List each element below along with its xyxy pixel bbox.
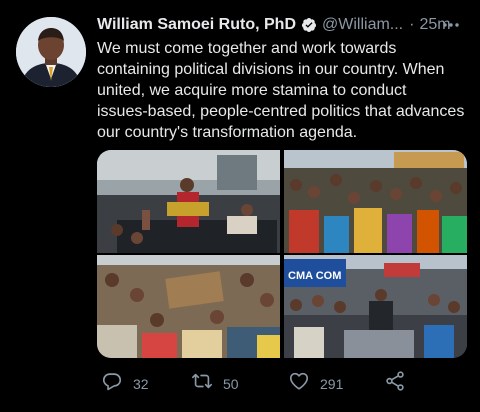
tweet-actions: 32 50 291	[97, 370, 427, 396]
author-name[interactable]: William Samoei Ruto, PhD	[97, 16, 296, 34]
photo-1[interactable]	[97, 150, 280, 253]
more-icon[interactable]	[442, 14, 460, 36]
verified-badge-icon	[301, 17, 317, 33]
media-grid: CMA COM	[97, 150, 467, 358]
retweet-button[interactable]: 50	[191, 370, 239, 397]
photo-3[interactable]	[97, 255, 280, 358]
author-handle[interactable]: @William...	[322, 16, 403, 34]
photo-4[interactable]: CMA COM	[284, 255, 467, 358]
retweet-count: 50	[223, 375, 239, 392]
share-icon	[384, 370, 406, 397]
share-button[interactable]	[384, 370, 406, 397]
separator-dot: ·	[409, 16, 415, 33]
avatar[interactable]	[16, 17, 86, 87]
tweet-text: We must come together and work towards c…	[97, 40, 465, 141]
like-icon	[288, 370, 310, 397]
tweet-header: William Samoei Ruto, PhD @William... · 2…	[97, 14, 466, 36]
retweet-icon	[191, 370, 213, 397]
photo-2[interactable]	[284, 150, 467, 253]
reply-count: 32	[133, 375, 149, 392]
reply-icon	[101, 370, 123, 397]
reply-button[interactable]: 32	[101, 370, 149, 397]
like-count: 291	[320, 375, 344, 392]
like-button[interactable]: 291	[288, 370, 343, 397]
banner-text: CMA COM	[288, 270, 341, 282]
